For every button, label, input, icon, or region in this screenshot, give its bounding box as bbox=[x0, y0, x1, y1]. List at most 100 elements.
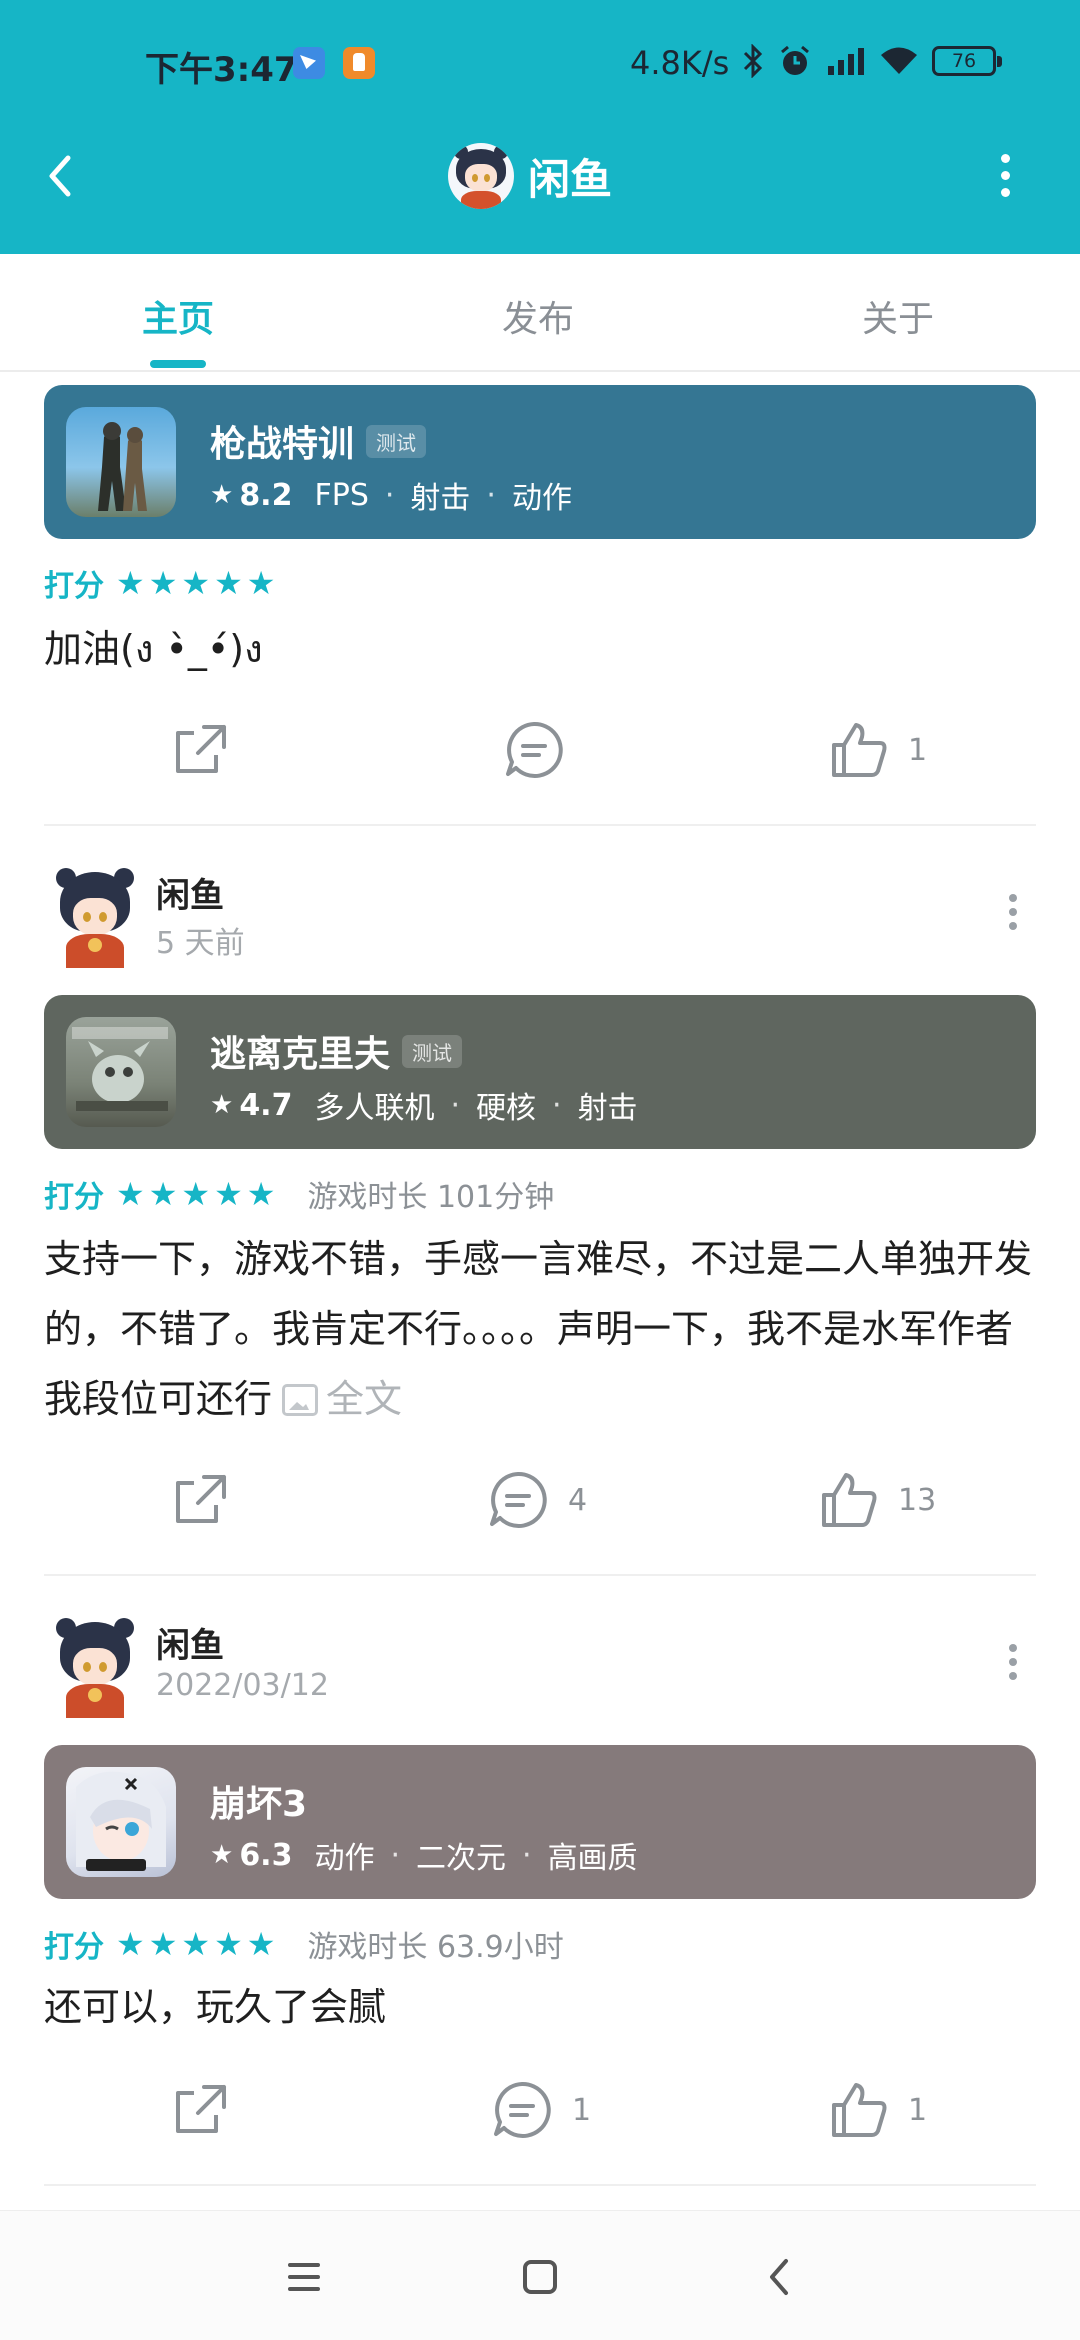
game-card[interactable]: 崩坏3 ★ 6.3 动作 · 二次元 · 高画质 bbox=[44, 1745, 1036, 1899]
game-card[interactable]: 逃离克里夫 测试 ★ 4.7 多人联机 · 硬核 · 射击 bbox=[44, 995, 1036, 1149]
game-meta: ★ 4.7 多人联机 · 硬核 · 射击 bbox=[210, 1083, 638, 1127]
game-tag: 射击 bbox=[577, 1091, 638, 1126]
rating-row: 打分 ★ ★ ★ ★ ★ 游戏时长 101分钟 bbox=[44, 1174, 555, 1215]
divider bbox=[44, 2184, 1036, 2186]
avatar bbox=[448, 143, 514, 209]
system-nav-bar bbox=[0, 2210, 1080, 2340]
bluetooth-icon bbox=[743, 44, 763, 78]
rating-label: 打分 bbox=[44, 569, 104, 604]
avatar[interactable] bbox=[50, 868, 140, 968]
post-author[interactable]: 闲鱼 2022/03/12 bbox=[0, 1618, 1080, 1728]
game-score: 6.3 bbox=[239, 1837, 293, 1873]
game-name: 崩坏3 bbox=[210, 1784, 308, 1825]
share-button[interactable] bbox=[172, 2070, 230, 2150]
page-title: 闲鱼 bbox=[528, 154, 613, 204]
status-icons: 76 bbox=[742, 44, 1002, 78]
play-time: 游戏时长 101分钟 bbox=[307, 1180, 555, 1215]
alarm-icon bbox=[781, 45, 809, 75]
status-time: 下午3:47 bbox=[145, 50, 298, 90]
rating-stars: ★ ★ ★ ★ ★ bbox=[116, 1925, 276, 1963]
like-count: 1 bbox=[908, 732, 928, 768]
game-meta: ★ 8.2 FPS · 射击 · 动作 bbox=[210, 473, 572, 517]
header-title-group: 闲鱼 bbox=[448, 140, 612, 212]
share-icon bbox=[176, 1475, 226, 1523]
network-speed: 4.8K/s bbox=[630, 44, 730, 82]
more-options-button[interactable] bbox=[990, 148, 1020, 202]
post-actions: 4 13 bbox=[0, 1460, 1080, 1540]
comment-icon bbox=[490, 1471, 547, 1528]
back-nav-icon[interactable] bbox=[750, 2247, 810, 2307]
game-icon bbox=[66, 1767, 176, 1877]
wifi-icon bbox=[881, 47, 917, 74]
read-full-link[interactable]: 全文 bbox=[326, 1377, 402, 1421]
rating-label: 打分 bbox=[44, 1180, 104, 1215]
status-bar: 下午3:47 4.8K/s 76 bbox=[0, 0, 1080, 128]
test-badge: 测试 bbox=[402, 1035, 463, 1068]
like-button[interactable]: 1 bbox=[830, 710, 927, 790]
tab-bar: 主页 发布 关于 bbox=[0, 254, 1080, 372]
game-tag: 动作 bbox=[511, 481, 572, 516]
thumbs-up-icon bbox=[822, 1473, 877, 1527]
game-icon bbox=[66, 407, 176, 517]
game-card[interactable]: 枪战特训 测试 ★ 8.2 FPS · 射击 · 动作 bbox=[44, 385, 1036, 539]
game-tag: 硬核 bbox=[476, 1091, 537, 1126]
signal-icon bbox=[828, 48, 864, 75]
app-header: 下午3:47 4.8K/s 76 闲鱼 bbox=[0, 0, 1080, 254]
comment-icon bbox=[494, 2081, 551, 2138]
battery-indicator: 76 bbox=[932, 46, 1002, 76]
game-score: 8.2 bbox=[239, 477, 293, 513]
star-icon: ★ bbox=[210, 480, 234, 510]
test-badge: 测试 bbox=[366, 425, 427, 458]
rating-stars: ★ ★ ★ ★ ★ bbox=[116, 564, 276, 602]
game-tag: 高画质 bbox=[547, 1841, 638, 1876]
game-tag: 二次元 bbox=[416, 1841, 507, 1876]
comment-count: 4 bbox=[568, 1482, 588, 1518]
rating-row: 打分 ★ ★ ★ ★ ★ bbox=[44, 563, 276, 604]
author-name[interactable]: 闲鱼 bbox=[156, 868, 224, 917]
comment-count: 1 bbox=[572, 2092, 592, 2128]
rating-stars: ★ ★ ★ ★ ★ bbox=[116, 1175, 276, 1213]
post-author[interactable]: 闲鱼 5 天前 bbox=[0, 868, 1080, 978]
notification-app-icon bbox=[293, 47, 325, 79]
post-actions: 1 bbox=[0, 710, 1080, 790]
game-tag: 动作 bbox=[314, 1841, 375, 1876]
comment-button[interactable]: 4 bbox=[488, 1460, 587, 1540]
avatar[interactable] bbox=[50, 1618, 140, 1718]
notification-hand-icon bbox=[343, 47, 375, 79]
home-icon[interactable] bbox=[510, 2247, 570, 2307]
share-icon bbox=[176, 725, 226, 773]
play-time: 游戏时长 63.9小时 bbox=[307, 1930, 564, 1965]
post-time: 5 天前 bbox=[156, 926, 245, 961]
comment-button[interactable]: 1 bbox=[492, 2070, 591, 2150]
share-button[interactable] bbox=[172, 1460, 230, 1540]
back-button[interactable] bbox=[36, 146, 88, 206]
game-tag: FPS bbox=[314, 477, 369, 513]
post-content[interactable]: 还可以，玩久了会腻 bbox=[44, 1972, 1036, 2042]
game-icon bbox=[66, 1017, 176, 1127]
star-icon: ★ bbox=[210, 1840, 234, 1870]
like-button[interactable]: 13 bbox=[820, 1460, 936, 1540]
like-button[interactable]: 1 bbox=[830, 2070, 927, 2150]
tab-about[interactable]: 关于 bbox=[862, 290, 934, 342]
menu-icon[interactable] bbox=[274, 2247, 334, 2307]
post-more-button[interactable] bbox=[1006, 892, 1020, 932]
game-tag: 多人联机 bbox=[314, 1091, 435, 1126]
post-more-button[interactable] bbox=[1006, 1642, 1020, 1682]
thumbs-up-icon bbox=[832, 723, 887, 777]
post-content[interactable]: 支持一下，游戏不错，手感一言难尽，不过是二人单独开发的，不错了。我肯定不行。。。… bbox=[44, 1224, 1036, 1434]
like-count: 13 bbox=[898, 1482, 937, 1518]
tab-home[interactable]: 主页 bbox=[142, 290, 214, 342]
author-name[interactable]: 闲鱼 bbox=[156, 1618, 224, 1667]
comment-button[interactable] bbox=[504, 710, 564, 790]
divider bbox=[44, 824, 1036, 826]
post-actions: 1 1 bbox=[0, 2070, 1080, 2150]
tab-indicator bbox=[150, 360, 206, 368]
like-count: 1 bbox=[908, 2092, 928, 2128]
rating-label: 打分 bbox=[44, 1930, 104, 1965]
app-root: 下午3:47 4.8K/s 76 闲鱼 主页 发布 关于 枪战特训 测试 ★ 8… bbox=[0, 0, 1080, 2340]
rating-row: 打分 ★ ★ ★ ★ ★ 游戏时长 63.9小时 bbox=[44, 1924, 564, 1965]
post-content[interactable]: 加油(ง •̀_•́)ง bbox=[44, 614, 1036, 684]
tab-publish[interactable]: 发布 bbox=[502, 290, 574, 342]
share-button[interactable] bbox=[172, 710, 230, 790]
divider bbox=[44, 1574, 1036, 1576]
